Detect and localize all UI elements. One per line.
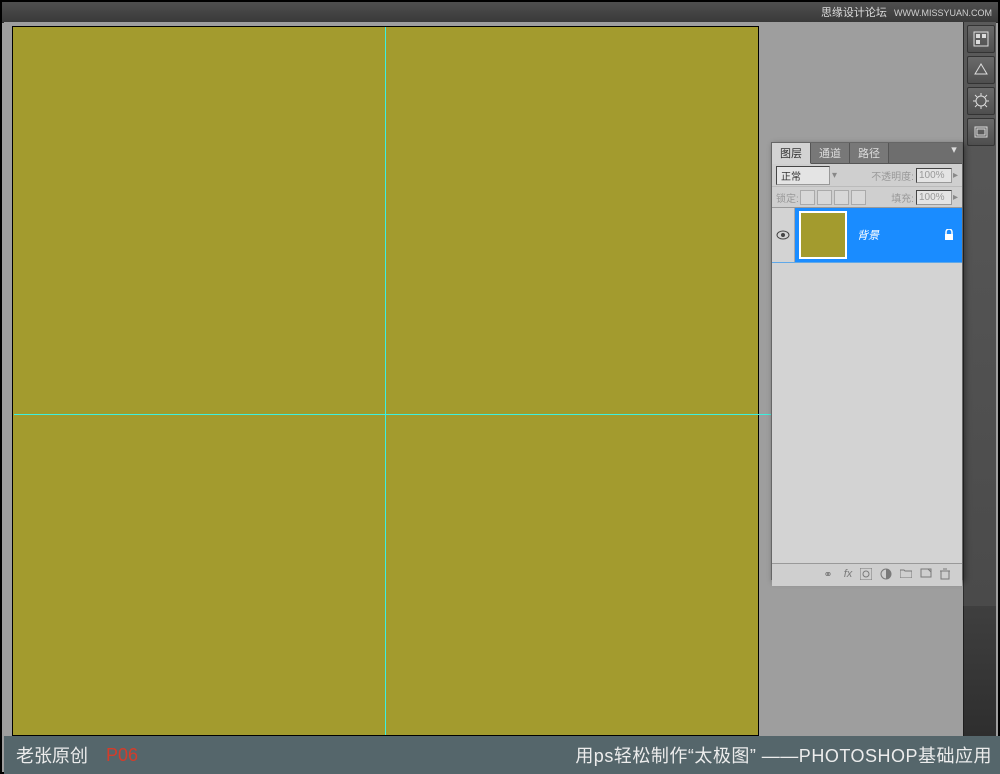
layer-row-background[interactable]: 背景 bbox=[772, 208, 962, 263]
watermark: 思缘设计论坛 WWW.MISSYUAN.COM bbox=[821, 4, 992, 20]
swatches-icon[interactable] bbox=[967, 25, 995, 53]
right-toolbar bbox=[963, 22, 996, 607]
layers-footer: ⚭ fx bbox=[772, 563, 962, 586]
lock-row: 锁定: 填充: 100% ▸ bbox=[772, 187, 962, 208]
panel-menu-icon[interactable]: ▾ bbox=[946, 143, 962, 163]
caption-page: P06 bbox=[106, 745, 138, 766]
fill-label: 填充: bbox=[891, 190, 914, 205]
document-canvas[interactable] bbox=[12, 26, 759, 736]
lock-pixels-icon[interactable] bbox=[817, 190, 832, 205]
caption-bar: 老张原创 P06 用ps轻松制作“太极图” ——PHOTOSHOP基础应用 bbox=[4, 736, 1000, 774]
styles-icon[interactable] bbox=[967, 56, 995, 84]
adjustment-layer-icon[interactable] bbox=[880, 568, 896, 582]
lock-indicator-icon bbox=[944, 229, 954, 241]
blend-mode-select[interactable]: 正常 bbox=[776, 166, 830, 185]
fx-icon[interactable]: fx bbox=[840, 568, 856, 582]
group-icon[interactable] bbox=[900, 568, 916, 582]
adjustments-icon[interactable] bbox=[967, 87, 995, 115]
right-dark-strip bbox=[963, 606, 996, 736]
lock-position-icon[interactable] bbox=[834, 190, 849, 205]
layer-mask-icon[interactable] bbox=[860, 568, 876, 582]
tab-channels[interactable]: 通道 bbox=[811, 143, 850, 163]
fill-input[interactable]: 100% bbox=[916, 190, 952, 205]
panel-tabs: 图层 通道 路径 ▾ bbox=[772, 143, 962, 164]
tab-layers[interactable]: 图层 bbox=[772, 143, 811, 164]
lock-label: 锁定: bbox=[776, 190, 799, 205]
link-layers-icon[interactable]: ⚭ bbox=[820, 568, 836, 582]
opacity-input[interactable]: 100% bbox=[916, 168, 952, 183]
lock-all-icon[interactable] bbox=[851, 190, 866, 205]
caption-author: 老张原创 bbox=[16, 742, 88, 768]
guide-vertical[interactable] bbox=[385, 27, 386, 735]
trash-icon[interactable] bbox=[940, 568, 956, 582]
app-topbar: 思缘设计论坛 WWW.MISSYUAN.COM bbox=[2, 2, 998, 23]
blend-row: 正常 ▾ 不透明度: 100% ▸ bbox=[772, 164, 962, 187]
layer-thumbnail[interactable] bbox=[799, 211, 847, 259]
caption-title: 用ps轻松制作“太极图” ——PHOTOSHOP基础应用 bbox=[575, 742, 992, 768]
history-icon[interactable] bbox=[967, 118, 995, 146]
lock-transparency-icon[interactable] bbox=[800, 190, 815, 205]
guide-horizontal[interactable] bbox=[14, 414, 784, 415]
tab-paths[interactable]: 路径 bbox=[850, 143, 889, 163]
layer-name-label[interactable]: 背景 bbox=[857, 227, 944, 243]
visibility-toggle-icon[interactable] bbox=[772, 208, 795, 262]
watermark-url: WWW.MISSYUAN.COM bbox=[894, 8, 992, 18]
watermark-site: 思缘设计论坛 bbox=[821, 7, 887, 19]
opacity-label: 不透明度: bbox=[871, 168, 914, 183]
new-layer-icon[interactable] bbox=[920, 568, 936, 582]
layers-panel: 图层 通道 路径 ▾ 正常 ▾ 不透明度: 100% ▸ 锁定: 填充: bbox=[771, 142, 963, 580]
layers-list-empty[interactable] bbox=[772, 263, 962, 563]
